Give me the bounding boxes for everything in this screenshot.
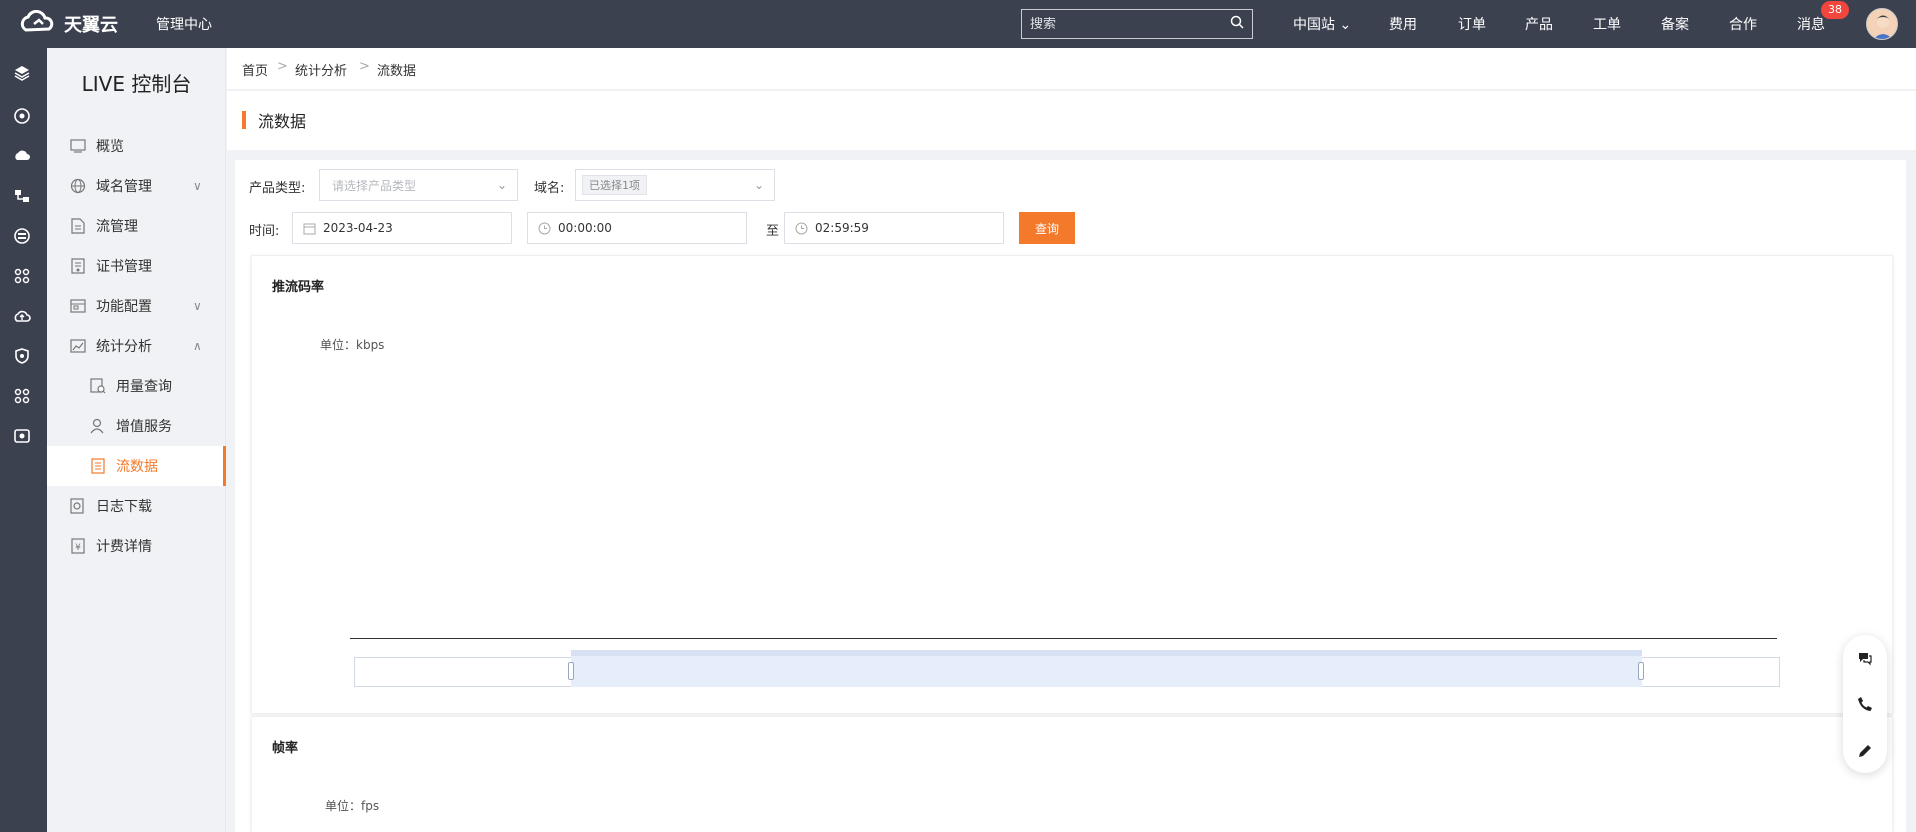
end-time-picker[interactable]: 02:59:59: [784, 212, 1004, 244]
bitrate-unit-label: 单位：kbps: [320, 338, 385, 352]
chevron-down-icon: ⌄: [1335, 17, 1352, 33]
top-bar: 天翼云 管理中心 中国站 ⌄ 费用 订单 产品 工单 备案 合作 消息 38: [0, 0, 1916, 48]
product-type-label: 产品类型:: [249, 181, 306, 196]
breadcrumb-statistics[interactable]: 统计分析: [295, 60, 347, 79]
svg-text:¥: ¥: [75, 543, 81, 553]
global-search[interactable]: [1021, 9, 1253, 39]
selected-count-tag: 已选择1项: [582, 175, 647, 195]
integration-icon[interactable]: [12, 386, 32, 406]
chevron-down-icon: ⌄: [753, 178, 764, 192]
usage-icon: [89, 377, 107, 395]
cloud-upload-icon[interactable]: [12, 306, 32, 326]
edit-icon[interactable]: [1855, 741, 1875, 761]
breadcrumb: 首页 > 统计分析 > 流数据: [227, 48, 1916, 90]
phone-icon[interactable]: [1855, 694, 1875, 714]
chart-x-axis: [350, 638, 1777, 639]
sidebar-item-billing[interactable]: ¥ 计费详情: [47, 526, 226, 566]
fps-chart-card: 帧率 单位：fps: [251, 716, 1893, 832]
floating-toolbar: [1843, 635, 1887, 773]
nav-orders[interactable]: 订单: [1458, 14, 1486, 34]
monitor-icon[interactable]: [12, 426, 32, 446]
message-count-badge: 38: [1821, 1, 1849, 19]
network-icon[interactable]: [12, 186, 32, 206]
query-button[interactable]: 查询: [1019, 212, 1075, 244]
compute-icon[interactable]: [12, 106, 32, 126]
fps-unit-label: 单位：fps: [325, 799, 380, 813]
zoom-slider-right-handle[interactable]: [1638, 662, 1644, 680]
time-label: 时间:: [249, 224, 280, 239]
management-center-link[interactable]: 管理中心: [156, 14, 212, 34]
globe-icon: [69, 177, 87, 195]
chevron-down-icon: ⌄: [496, 178, 507, 192]
shield-icon[interactable]: [12, 346, 32, 366]
sidebar-item-log-download[interactable]: 日志下载: [47, 486, 226, 526]
log-icon: [69, 497, 87, 515]
search-icon[interactable]: [1230, 15, 1244, 33]
clock-icon: [795, 222, 808, 235]
nav-filing[interactable]: 备案: [1661, 14, 1689, 34]
breadcrumb-separator-icon: >: [359, 59, 370, 74]
sidebar-item-stream[interactable]: 流管理: [47, 206, 226, 246]
cloud-logo-icon: [18, 9, 58, 38]
bitrate-chart-title: 推流码率: [272, 280, 325, 295]
chevron-down-icon: ∨: [193, 179, 202, 193]
date-picker[interactable]: 2023-04-23: [292, 212, 512, 244]
search-input[interactable]: [1030, 16, 1230, 32]
nav-messages[interactable]: 消息: [1797, 14, 1825, 34]
user-icon: [89, 417, 107, 435]
bitrate-chart-card: 推流码率 单位：kbps: [251, 255, 1893, 714]
region-selector[interactable]: 中国站 ⌄: [1293, 14, 1351, 34]
sidebar-item-overview[interactable]: 概览: [47, 126, 226, 166]
zoom-slider-left-handle[interactable]: [568, 662, 574, 680]
start-time-picker[interactable]: 00:00:00: [527, 212, 747, 244]
sidebar-item-feature-config[interactable]: 功能配置 ∨: [47, 286, 226, 326]
settings-panel-icon: [69, 297, 87, 315]
chevron-up-icon: ∧: [193, 339, 202, 353]
breadcrumb-separator-icon: >: [277, 59, 288, 74]
certificate-icon: [69, 257, 87, 275]
product-type-select[interactable]: 请选择产品类型 ⌄: [319, 169, 518, 201]
nav-cooperation[interactable]: 合作: [1729, 14, 1757, 34]
breadcrumb-home[interactable]: 首页: [242, 60, 268, 79]
billing-icon: ¥: [69, 537, 87, 555]
console-title: LIVE 控制台: [81, 72, 192, 96]
chat-icon[interactable]: [1855, 648, 1875, 668]
nav-fees[interactable]: 费用: [1389, 14, 1417, 34]
zoom-slider-range[interactable]: [571, 650, 1642, 687]
document-icon: [69, 217, 87, 235]
product-icon-rail: [0, 48, 47, 832]
brand-logo[interactable]: 天翼云: [18, 8, 118, 40]
cloud-icon[interactable]: [12, 146, 32, 166]
nav-products[interactable]: 产品: [1525, 14, 1553, 34]
sidebar-item-certificate[interactable]: 证书管理: [47, 246, 226, 286]
chevron-down-icon: ∨: [193, 299, 202, 313]
monitor-icon: [69, 137, 87, 155]
to-label: 至: [766, 224, 780, 239]
nav-tickets[interactable]: 工单: [1593, 14, 1621, 34]
stream-data-icon: [89, 457, 107, 475]
sidebar-item-stream-data[interactable]: 流数据: [47, 446, 226, 486]
database-icon[interactable]: [12, 226, 32, 246]
layers-icon[interactable]: [12, 63, 32, 83]
domain-select[interactable]: 已选择1项 ⌄: [575, 169, 775, 201]
title-accent-bar: [242, 111, 246, 129]
avatar[interactable]: [1866, 8, 1898, 40]
logo-text: 天翼云: [64, 15, 118, 36]
security-icon[interactable]: [12, 266, 32, 286]
sidebar-item-usage-query[interactable]: 用量查询: [47, 366, 226, 406]
active-indicator: [223, 446, 226, 486]
fps-chart-title: 帧率: [272, 741, 299, 756]
sidebar-item-domain[interactable]: 域名管理 ∨: [47, 166, 226, 206]
calendar-icon: [303, 222, 316, 235]
breadcrumb-current: 流数据: [377, 64, 417, 79]
sidebar-item-statistics[interactable]: 统计分析 ∧: [47, 326, 226, 366]
domain-label: 域名:: [534, 181, 565, 196]
clock-icon: [538, 222, 551, 235]
page-title: 流数据: [258, 112, 307, 131]
sidebar-item-value-added[interactable]: 增值服务: [47, 406, 226, 446]
sidebar: LIVE 控制台 概览 域名管理 ∨ 流管理 证书管理 功能配置 ∨ 统计分析 …: [47, 48, 226, 832]
page-header: 流数据: [227, 91, 1916, 150]
chart-icon: [69, 337, 87, 355]
